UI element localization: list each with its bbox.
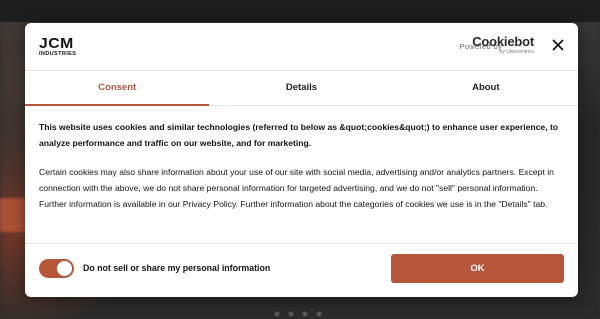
- close-button[interactable]: [550, 37, 566, 53]
- dialog-header: JCM INDUSTRIES Powered by Cookiebot by U…: [25, 23, 578, 71]
- ok-button[interactable]: OK: [391, 254, 564, 283]
- background-pagination-dots: [270, 311, 330, 317]
- dialog-footer: Do not sell or share my personal informa…: [25, 243, 578, 297]
- tab-details[interactable]: Details: [209, 71, 393, 105]
- toggle-knob: [57, 261, 72, 276]
- logo-main-text: JCM: [39, 35, 74, 52]
- do-not-sell-toggle[interactable]: [39, 259, 74, 278]
- dialog-body: This website uses cookies and similar te…: [39, 119, 564, 212]
- cookiebot-logo[interactable]: Cookiebot by Usercentrics: [472, 35, 534, 55]
- company-logo: JCM INDUSTRIES: [39, 35, 89, 59]
- do-not-sell-label: Do not sell or share my personal informa…: [83, 263, 271, 273]
- dialog-tabs: Consent Details About: [25, 71, 578, 106]
- cookie-consent-dialog: JCM INDUSTRIES Powered by Cookiebot by U…: [25, 23, 578, 297]
- consent-lead-text: This website uses cookies and similar te…: [39, 122, 559, 148]
- close-icon: [552, 39, 564, 51]
- cookiebot-name: Cookiebot: [472, 34, 534, 49]
- tab-consent[interactable]: Consent: [25, 71, 210, 106]
- background-nav-bar: [0, 0, 600, 22]
- tab-about[interactable]: About: [394, 71, 578, 105]
- consent-paragraph: Certain cookies may also share informati…: [39, 167, 554, 209]
- background-accent: [0, 198, 28, 232]
- cookiebot-sub: by Usercentrics: [499, 49, 534, 55]
